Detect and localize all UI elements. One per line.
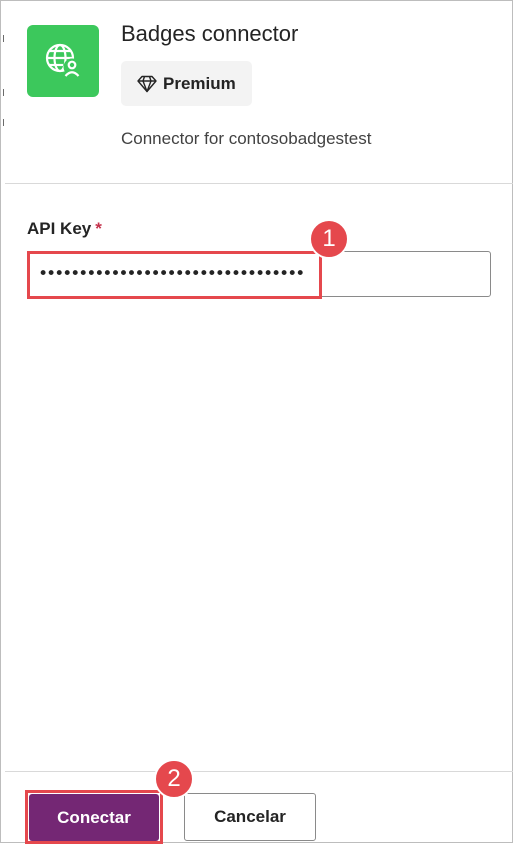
edge-mark [3,89,4,96]
api-key-label: API Key * [27,219,102,239]
connector-description: Connector for contosobadgestest [121,129,372,148]
connect-button[interactable]: Conectar [29,794,159,841]
step-badge-2: 2 [154,759,194,799]
header-divider [5,183,513,184]
diamond-icon [137,75,157,92]
edge-mark [3,119,4,126]
premium-badge: Premium [121,61,252,106]
cancel-button[interactable]: Cancelar [184,793,316,841]
footer-divider [5,771,513,772]
api-key-input[interactable] [27,251,491,297]
connector-title: Badges connector [121,21,299,46]
api-key-label-text: API Key [27,219,92,238]
left-edge-strip [1,1,5,184]
globe-user-icon [45,43,81,77]
connection-dialog: Badges connector Premium Connector for c… [0,0,513,844]
required-marker: * [95,219,102,238]
edge-mark [3,35,4,42]
premium-label: Premium [163,73,236,93]
connector-icon-tile [27,25,99,97]
step-badge-1: 1 [309,219,349,259]
